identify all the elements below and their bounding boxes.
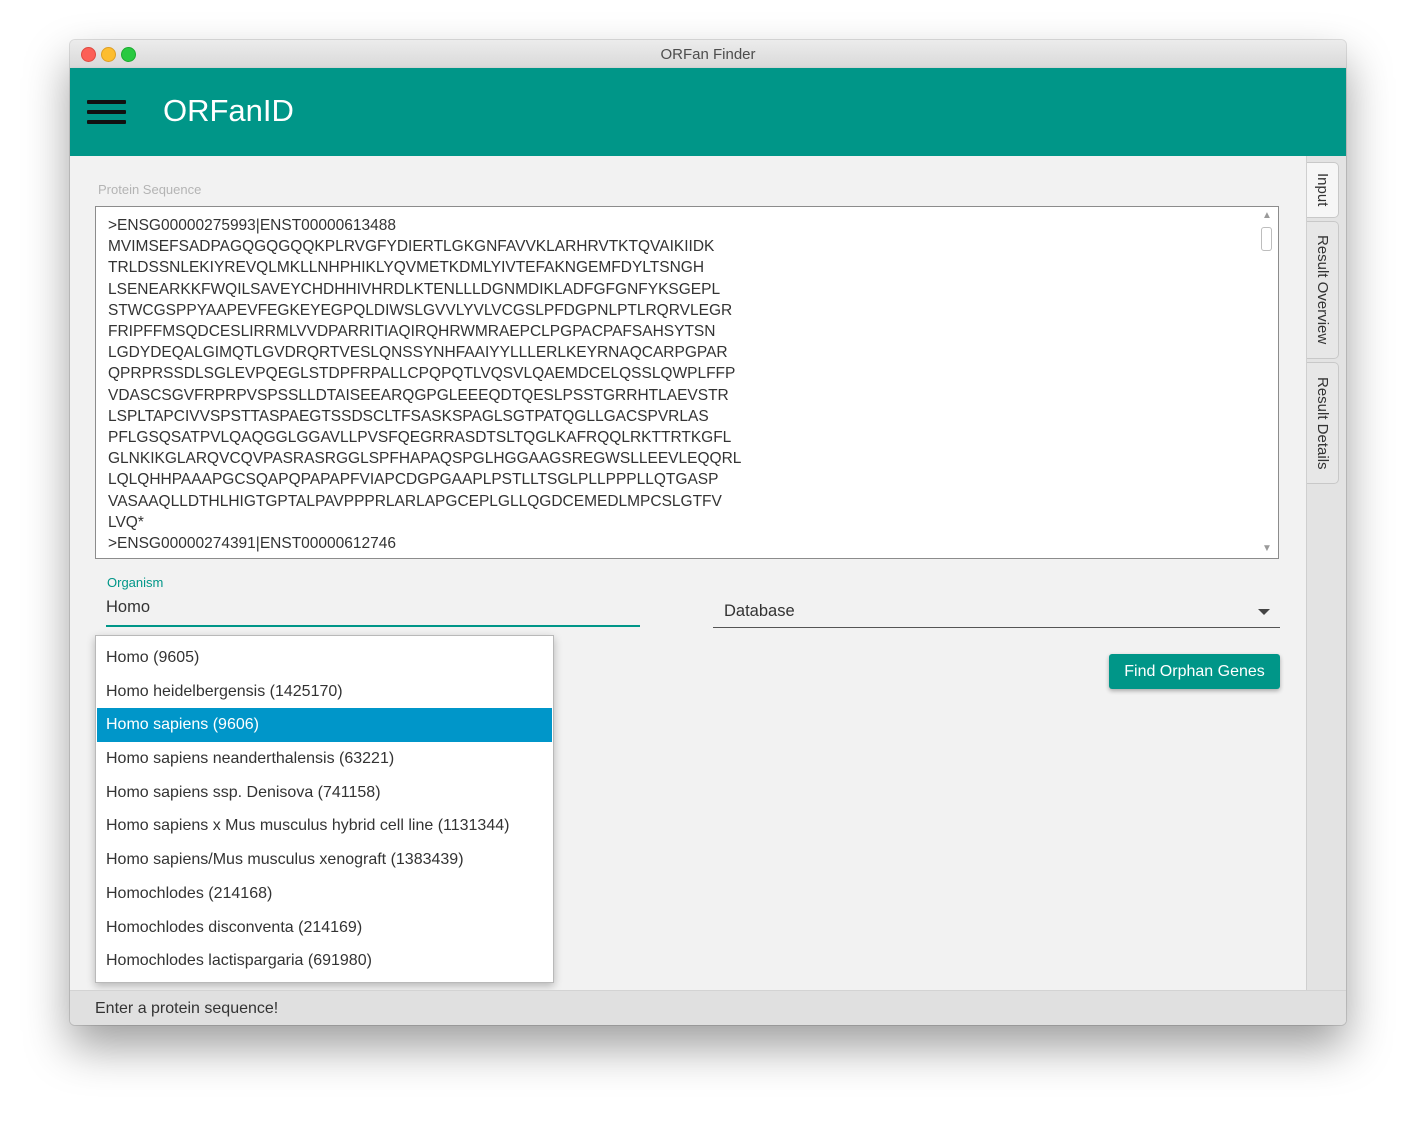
suggestion-item[interactable]: Homochlodes disconventa (214169) (97, 911, 552, 945)
scroll-thumb[interactable] (1261, 227, 1272, 251)
database-select[interactable]: Database (713, 598, 1280, 628)
suggestion-item[interactable]: Homo (9605) (97, 641, 552, 675)
tab-result-overview[interactable]: Result Overview (1307, 221, 1339, 359)
status-bar: Enter a protein sequence! (70, 990, 1346, 1025)
window-title: ORFan Finder (660, 46, 756, 63)
app-bar: ORFanID (70, 68, 1346, 156)
app-title: ORFanID (163, 93, 294, 128)
sequence-scrollbar[interactable]: ▲ ▼ (1256, 207, 1278, 558)
protein-sequence-text[interactable]: >ENSG00000275993|ENST00000613488 MVIMSEF… (108, 215, 1248, 554)
scroll-up-icon[interactable]: ▲ (1260, 210, 1274, 222)
organism-input-value[interactable]: Homo (106, 598, 150, 617)
side-tab-bar: Input Result Overview Result Details (1306, 156, 1346, 990)
tab-result-details[interactable]: Result Details (1307, 362, 1339, 484)
title-bar[interactable]: ORFan Finder (70, 40, 1346, 69)
input-panel: Protein Sequence >ENSG00000275993|ENST00… (70, 156, 1306, 990)
protein-sequence-label: Protein Sequence (98, 182, 202, 197)
tab-input[interactable]: Input (1307, 162, 1339, 218)
hamburger-menu-icon[interactable] (87, 98, 126, 126)
suggestion-item[interactable]: Homo sapiens ssp. Denisova (741158) (97, 776, 552, 810)
suggestion-item[interactable]: Homo sapiens/Mus musculus xenograft (138… (97, 843, 552, 877)
dropdown-arrow-icon[interactable] (1258, 609, 1270, 615)
organism-suggestions-dropdown: Homo (9605) Homo heidelbergensis (142517… (95, 635, 554, 983)
app-window: ORFan Finder ORFanID Protein Sequence >E… (70, 40, 1346, 1025)
status-message: Enter a protein sequence! (95, 1000, 279, 1017)
scroll-down-icon[interactable]: ▼ (1260, 543, 1274, 555)
organism-input[interactable]: Homo (106, 597, 640, 627)
suggestion-item[interactable]: Homo sapiens neanderthalensis (63221) (97, 742, 552, 776)
suggestion-list: Homo (9605) Homo heidelbergensis (142517… (97, 641, 552, 978)
suggestion-item[interactable]: Homo sapiens x Mus musculus hybrid cell … (97, 809, 552, 843)
database-select-label: Database (724, 602, 795, 620)
suggestion-item[interactable]: Homochlodes lactispargaria (691980) (97, 944, 552, 978)
suggestion-item-selected[interactable]: Homo sapiens (9606) (97, 708, 552, 743)
protein-sequence-textarea[interactable]: >ENSG00000275993|ENST00000613488 MVIMSEF… (95, 206, 1279, 559)
suggestion-item[interactable]: Homochlodes (214168) (97, 877, 552, 911)
suggestion-item[interactable]: Homo heidelbergensis (1425170) (97, 675, 552, 709)
find-orphan-genes-button[interactable]: Find Orphan Genes (1109, 654, 1280, 689)
organism-label: Organism (107, 575, 164, 590)
